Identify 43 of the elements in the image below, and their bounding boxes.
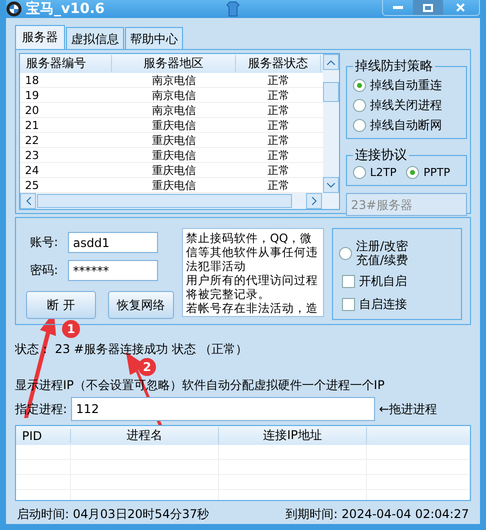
tab[interactable]: 服务器 <box>15 25 65 49</box>
server-row[interactable]: 18 南京电信 正常 <box>20 73 323 88</box>
process-field[interactable]: 112 <box>71 397 376 421</box>
radio-label: 掉线自动重连 <box>370 77 442 94</box>
radio-label: 掉线关闭进程 <box>370 97 442 114</box>
start-time-text: 启动时间: 04月03日20时54分37秒 <box>17 506 210 523</box>
expire-time-text: 到期时间: 2024-04-04 02:04:27 <box>286 506 469 523</box>
checkbox-label: 自启连接 <box>359 296 407 313</box>
status-text: 状态： 23 #服务器连接成功 状态 （正常） <box>15 341 248 358</box>
password-field[interactable]: ****** <box>68 260 158 281</box>
account-field[interactable]: asdd1 <box>68 232 158 253</box>
disconnect-button[interactable]: 断 开 <box>26 291 96 319</box>
column-header[interactable]: 服务器状态 <box>236 55 321 72</box>
step-badge: 2 <box>138 358 156 376</box>
window-title: 宝马_v10.6 <box>26 0 105 18</box>
column-header[interactable]: 服务器地区 <box>112 55 236 72</box>
notice-text: 若帐号存在非法活动，造 <box>186 301 319 315</box>
account-label: 账号: <box>29 234 60 251</box>
group-title: 掉线防封策略 <box>354 58 434 75</box>
group-title: 连接协议 <box>354 147 408 164</box>
notice-text: 用户所有的代理访问过程将被完整记录。 <box>186 273 319 301</box>
column-header[interactable]: 进程名 <box>71 427 219 444</box>
radio-label: 掉线自动断网 <box>370 117 442 134</box>
tab[interactable]: 帮助中心 <box>125 27 183 49</box>
server-row[interactable]: 22 重庆电信 正常 <box>20 133 323 148</box>
restore-network-button[interactable]: 恢复网络 <box>108 291 174 319</box>
column-header[interactable]: 服务器编号 <box>20 55 112 72</box>
notice-text: 禁止接码软件，QQ，微信等其他软件从事任何违法犯罪活动 <box>186 231 319 273</box>
radio-label: 注册/改密充值/续费 <box>356 239 410 267</box>
radio-label: PPTP <box>423 166 450 179</box>
drag-hint: ←拖进进程 <box>379 400 438 418</box>
server-row[interactable]: 24 重庆电信 正常 <box>20 163 323 178</box>
checkbox-label: 开机自启 <box>359 273 407 290</box>
column-header[interactable]: 连接IP地址 <box>219 427 367 444</box>
password-label: 密码: <box>29 262 60 279</box>
radio-label: L2TP <box>370 166 396 179</box>
step-badge: 1 <box>62 320 80 338</box>
server-row[interactable]: 23 重庆电信 正常 <box>20 148 323 163</box>
server-row[interactable]: 20 南京电信 正常 <box>20 103 323 118</box>
server-row[interactable]: 19 南京电信 正常 <box>20 88 323 103</box>
server-row[interactable]: 21 重庆电信 正常 <box>20 118 323 133</box>
tab[interactable]: 虚拟信息 <box>66 27 124 49</box>
column-header[interactable]: PID <box>16 428 71 442</box>
